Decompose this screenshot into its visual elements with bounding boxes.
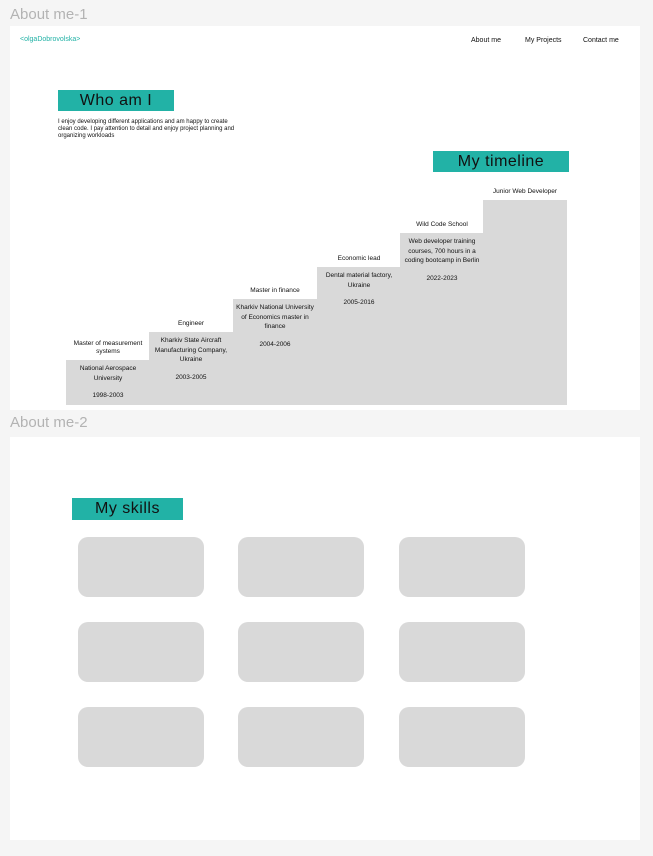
step-place: Kharkiv State Aircraft Manufacturing Com… [154,337,228,363]
skill-card[interactable] [399,622,525,682]
nav-my-projects[interactable]: My Projects [525,37,562,44]
step-years: 2005-2016 [343,299,375,306]
timeline-step: Kharkiv National University of Economics… [233,299,317,405]
frame-label: About me-1 [10,6,88,23]
about-me-2-frame: My skills [10,437,640,840]
step-years: 2004-2006 [259,340,291,348]
step-place: Web developer training courses, 700 hour… [404,238,480,264]
timeline-step: Web developer training courses, 700 hour… [400,233,484,405]
skill-card[interactable] [399,707,525,767]
nav-about-me[interactable]: About me [471,37,501,44]
intro-text: I enjoy developing different application… [58,119,235,139]
step-title: Wild Code School [416,221,468,228]
step-title: Engineer [177,320,205,327]
timeline-heading: My timeline [433,151,569,172]
skill-card[interactable] [78,537,204,597]
step-title: Master in finance [250,287,300,294]
timeline-step: National Aerospace University 1998-2003 [66,360,150,405]
logo[interactable]: <olgaDobrovolska> [20,36,80,43]
about-me-1-frame: <olgaDobrovolska> About me My Projects C… [10,26,640,410]
nav-contact-me[interactable]: Contact me [583,37,619,44]
timeline-step: Dental material factory, Ukraine 2005-201… [317,267,401,405]
skill-card[interactable] [78,622,204,682]
frame-label: About me-2 [10,414,88,431]
skill-card[interactable] [399,537,525,597]
step-place: National Aerospace University [79,365,137,382]
step-years: 2003-2005 [175,373,207,381]
step-title: Junior Web Developer [492,188,558,195]
skill-card[interactable] [238,707,364,767]
skill-card[interactable] [78,707,204,767]
timeline-step: Kharkiv State Aircraft Manufacturing Com… [149,332,233,405]
skill-card[interactable] [238,537,364,597]
skills-heading: My skills [72,498,183,520]
step-place: Kharkiv National University of Economics… [236,304,314,330]
step-years: 2022-2023 [426,274,458,282]
step-title: Economic lead [337,255,381,262]
step-years: 1998-2003 [92,392,124,399]
step-place: Dental material factory, Ukraine [325,272,393,289]
step-title: Master of measurement systems [73,340,143,355]
timeline-step [483,200,567,405]
who-am-i-heading: Who am I [58,90,174,111]
skill-card[interactable] [238,622,364,682]
